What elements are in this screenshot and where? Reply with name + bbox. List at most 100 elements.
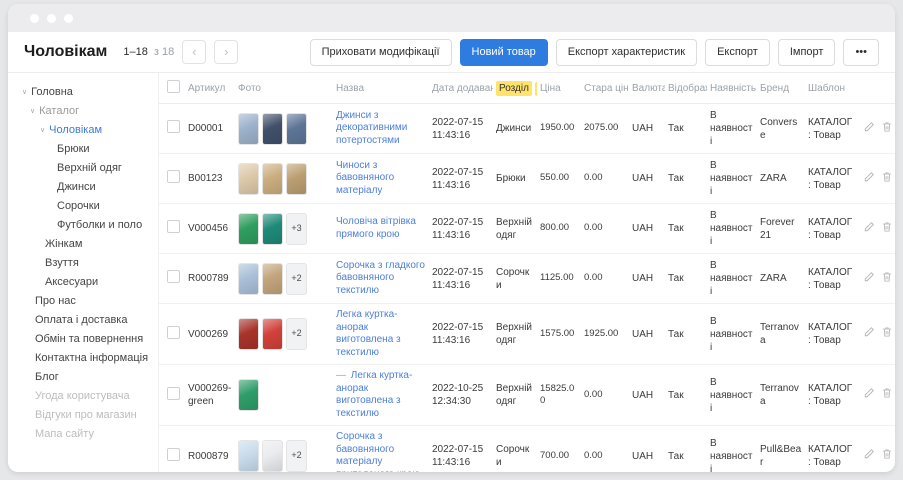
product-name-link[interactable]: Сорочка з бавовняного матеріалу притален… — [336, 431, 426, 472]
column-header-7[interactable]: Валюта — [629, 73, 665, 104]
product-name-link[interactable]: Чиноси з бавовняного матеріалу — [336, 160, 426, 198]
edit-icon[interactable] — [863, 221, 875, 237]
product-name-link[interactable]: Легка куртка-анорак виготовлена з тексти… — [336, 309, 426, 359]
row-checkbox[interactable] — [167, 448, 180, 461]
delete-icon[interactable] — [881, 387, 893, 403]
window-control-dot[interactable] — [30, 14, 39, 23]
column-header-3[interactable]: Дата додавання — [429, 73, 493, 104]
cell-price: 800.00 — [537, 204, 581, 254]
sidebar-item-14[interactable]: Контактна інформація — [22, 349, 158, 368]
column-header-2[interactable]: Назва — [333, 73, 429, 104]
sidebar-item-4[interactable]: Верхній одяг — [22, 159, 158, 178]
product-photo[interactable] — [262, 213, 283, 245]
sidebar-item-11[interactable]: Про нас — [22, 292, 158, 311]
import-button[interactable]: Імпорт — [778, 39, 836, 66]
cell-template: КАТАЛОГ: Товар — [805, 204, 857, 254]
more-button[interactable]: ••• — [843, 39, 879, 66]
product-photo[interactable] — [286, 163, 307, 195]
product-photo[interactable] — [238, 113, 259, 145]
edit-icon[interactable] — [863, 448, 875, 464]
window-control-dot[interactable] — [64, 14, 73, 23]
hide-modifications-button[interactable]: Приховати модифікації — [310, 39, 452, 66]
product-photo[interactable] — [262, 440, 283, 472]
product-name-link[interactable]: — Легка куртка-анорак виготовлена з текс… — [336, 370, 426, 420]
more-photos-badge[interactable]: +2 — [286, 318, 307, 350]
sidebar-item-1[interactable]: ∨Каталог — [22, 102, 158, 121]
delete-icon[interactable] — [881, 171, 893, 187]
cell-article: V000456 — [185, 204, 235, 254]
column-header-6[interactable]: Стара ціна — [581, 73, 629, 104]
product-photo[interactable] — [262, 318, 283, 350]
sidebar-item-3[interactable]: Брюки — [22, 140, 158, 159]
more-photos-badge[interactable]: +3 — [286, 213, 307, 245]
product-photo[interactable] — [238, 263, 259, 295]
row-checkbox[interactable] — [167, 120, 180, 133]
new-product-button[interactable]: Новий товар — [460, 39, 548, 66]
delete-icon[interactable] — [881, 448, 893, 464]
more-photos-badge[interactable]: +2 — [286, 440, 307, 472]
row-select-cell — [159, 204, 185, 254]
row-checkbox[interactable] — [167, 220, 180, 233]
next-page-button[interactable]: › — [214, 40, 238, 64]
cell-currency: UAH — [629, 254, 665, 304]
column-header-8[interactable]: Відображати — [665, 73, 707, 104]
product-photo[interactable] — [286, 113, 307, 145]
column-header-4[interactable]: Розділ⇅ — [493, 73, 537, 104]
row-checkbox[interactable] — [167, 270, 180, 283]
product-name-link[interactable]: Чоловіча вітрівка прямого крою — [336, 216, 426, 241]
sidebar-item-label: Каталог — [39, 105, 79, 117]
row-checkbox[interactable] — [167, 387, 180, 400]
product-photo[interactable] — [238, 379, 259, 411]
edit-icon[interactable] — [863, 326, 875, 342]
edit-icon[interactable] — [863, 171, 875, 187]
product-photo[interactable] — [238, 440, 259, 472]
product-photo[interactable] — [262, 163, 283, 195]
column-header-5[interactable]: Ціна — [537, 73, 581, 104]
delete-icon[interactable] — [881, 271, 893, 287]
product-photo[interactable] — [262, 263, 283, 295]
product-photo[interactable] — [238, 318, 259, 350]
sidebar-item-8[interactable]: Жінкам — [22, 235, 158, 254]
export-characteristics-button[interactable]: Експорт характеристик — [556, 39, 697, 66]
row-checkbox[interactable] — [167, 326, 180, 339]
sidebar-item-6[interactable]: Сорочки — [22, 197, 158, 216]
product-photo[interactable] — [262, 113, 283, 145]
delete-icon[interactable] — [881, 326, 893, 342]
sidebar-item-10[interactable]: Аксесуари — [22, 273, 158, 292]
delete-icon[interactable] — [881, 221, 893, 237]
sidebar-item-16[interactable]: Угода користувача — [22, 387, 158, 406]
sidebar-item-13[interactable]: Обмін та повернення — [22, 330, 158, 349]
cell-brand: ZARA — [757, 154, 805, 204]
sidebar-item-5[interactable]: Джинси — [22, 178, 158, 197]
row-checkbox[interactable] — [167, 170, 180, 183]
column-header-11[interactable]: Шаблон — [805, 73, 857, 104]
edit-icon[interactable] — [863, 121, 875, 137]
sidebar-item-18[interactable]: Мапа сайту — [22, 425, 158, 444]
more-photos-badge[interactable]: +2 — [286, 263, 307, 295]
window-control-dot[interactable] — [47, 14, 56, 23]
column-header-10[interactable]: Бренд — [757, 73, 805, 104]
sidebar-item-12[interactable]: Оплата і доставка — [22, 311, 158, 330]
column-header-9[interactable]: Наявність — [707, 73, 757, 104]
sidebar-item-15[interactable]: Блог — [22, 368, 158, 387]
select-all-checkbox[interactable] — [167, 80, 180, 93]
sidebar-item-17[interactable]: Відгуки про магазин — [22, 406, 158, 425]
product-name-link[interactable]: Джинси з декоративними потертостями — [336, 110, 426, 148]
sidebar-item-9[interactable]: Взуття — [22, 254, 158, 273]
row-actions — [857, 104, 895, 154]
prev-page-button[interactable]: ‹ — [182, 40, 206, 64]
product-photo[interactable] — [238, 213, 259, 245]
column-header-0[interactable]: Артикул — [185, 73, 235, 104]
sidebar-item-0[interactable]: ∨Головна — [22, 83, 158, 102]
column-header-1[interactable]: Фото — [235, 73, 333, 104]
edit-icon[interactable] — [863, 387, 875, 403]
time-value: 11:43:16 — [432, 229, 490, 242]
sort-icon[interactable]: ⇅ — [535, 82, 537, 96]
edit-icon[interactable] — [863, 271, 875, 287]
sidebar-item-7[interactable]: Футболки и поло — [22, 216, 158, 235]
export-button[interactable]: Експорт — [705, 39, 770, 66]
product-name-link[interactable]: Сорочка з гладкого бавовняного текстилю — [336, 260, 426, 298]
delete-icon[interactable] — [881, 121, 893, 137]
product-photo[interactable] — [238, 163, 259, 195]
sidebar-item-2[interactable]: ∨Чоловікам — [22, 121, 158, 140]
